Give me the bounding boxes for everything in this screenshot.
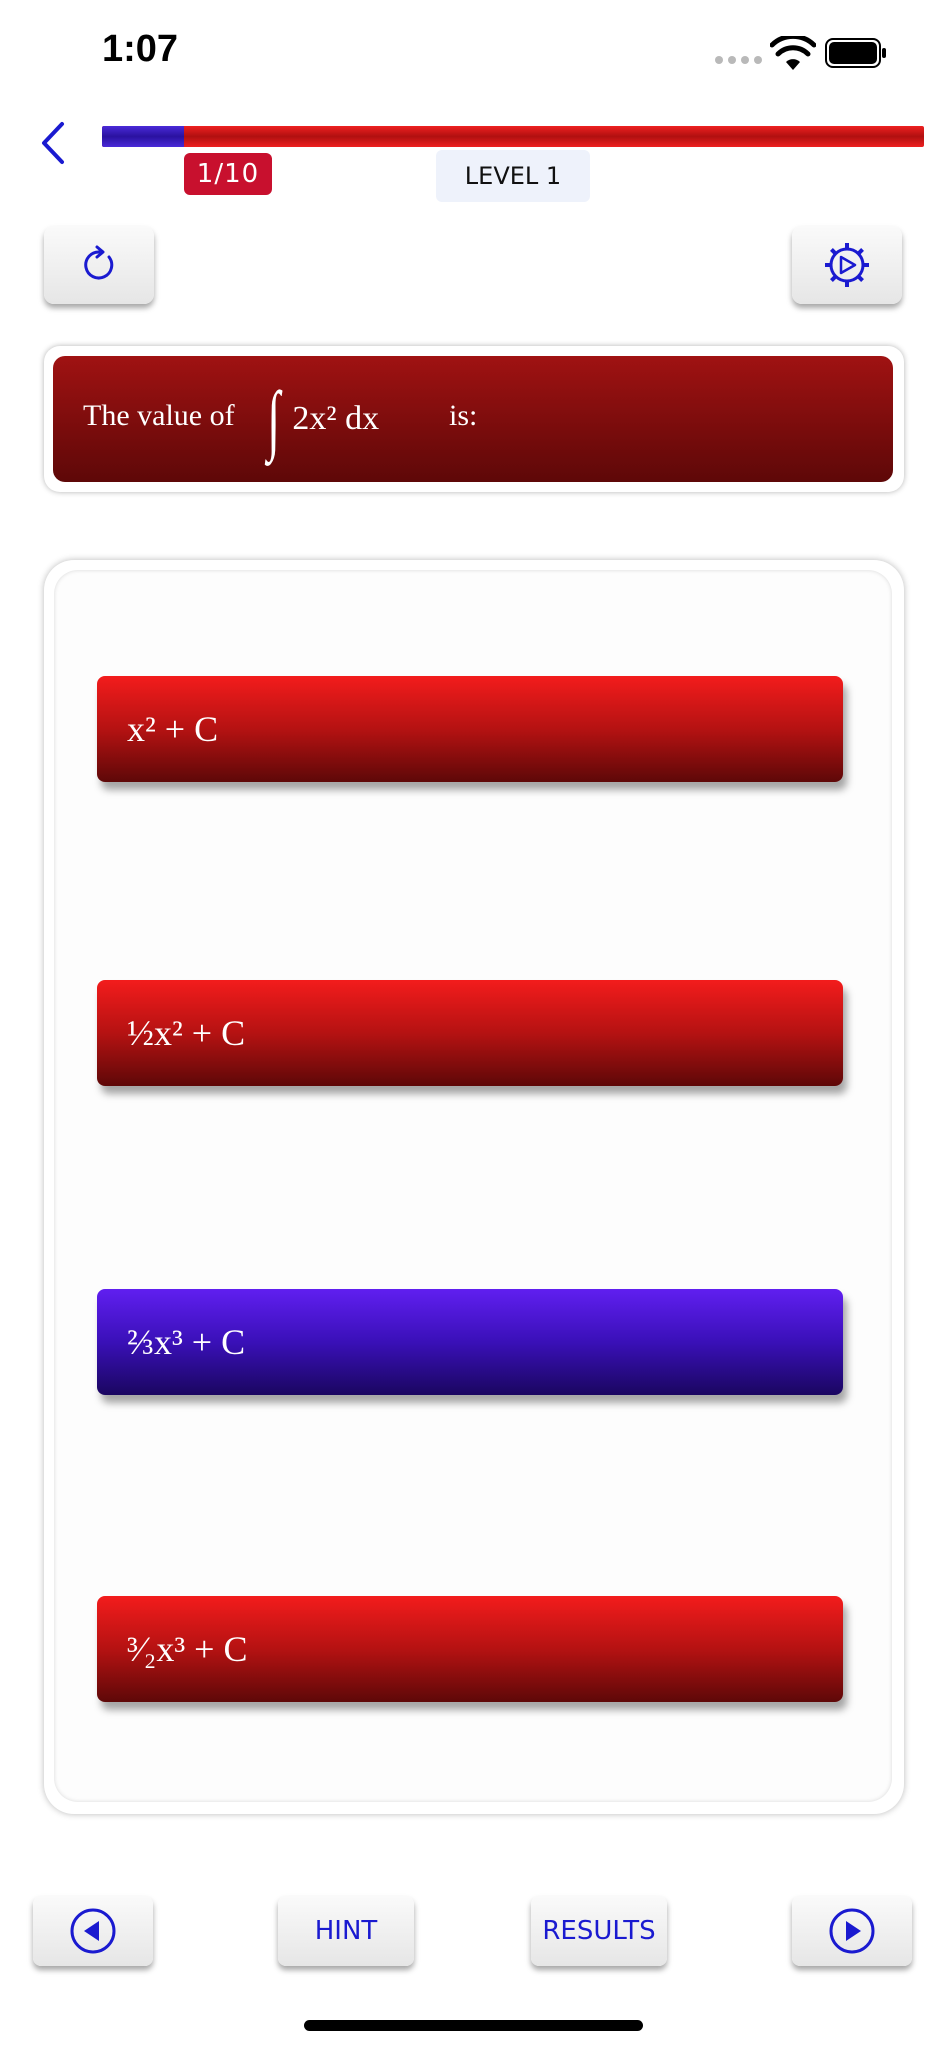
play-left-icon bbox=[70, 1908, 116, 1954]
question-counter-badge: 1/10 bbox=[184, 153, 272, 195]
settings-button[interactable] bbox=[792, 226, 902, 304]
answers-panel: x² + C ½x² + C ⅔x³ + C ³⁄₂x³ + C bbox=[44, 560, 904, 1814]
status-time: 1:07 bbox=[102, 28, 179, 70]
progress-bar bbox=[102, 126, 924, 147]
wifi-icon bbox=[770, 36, 816, 70]
integral-sign: ∫ bbox=[267, 375, 281, 462]
question-container: The value of ∫ 2x² dx is: bbox=[44, 346, 904, 492]
cellular-signal-icon bbox=[715, 56, 762, 64]
results-button[interactable]: RESULTS bbox=[531, 1896, 667, 1966]
back-chevron-icon[interactable] bbox=[34, 118, 74, 168]
answer-text: x² + C bbox=[127, 709, 219, 749]
home-indicator bbox=[304, 2020, 643, 2031]
next-button[interactable] bbox=[792, 1896, 912, 1966]
question-suffix: is: bbox=[449, 399, 478, 432]
previous-button[interactable] bbox=[33, 1896, 153, 1966]
answers-panel-inner: x² + C ½x² + C ⅔x³ + C ³⁄₂x³ + C bbox=[54, 570, 892, 1802]
battery-icon bbox=[825, 38, 886, 68]
answer-option-3-selected[interactable]: ⅔x³ + C bbox=[97, 1289, 843, 1395]
question-prefix: The value of bbox=[83, 399, 235, 432]
question-formula: ∫ 2x² dx bbox=[263, 364, 379, 474]
level-badge: LEVEL 1 bbox=[436, 150, 590, 202]
answer-text: ³⁄₂x³ + C bbox=[127, 1629, 248, 1669]
progress-fill bbox=[102, 126, 185, 147]
question-card: The value of ∫ 2x² dx is: bbox=[53, 356, 893, 482]
hint-button[interactable]: HINT bbox=[278, 1896, 414, 1966]
answer-text: ½x² + C bbox=[127, 1013, 246, 1053]
question-integrand: 2x² dx bbox=[292, 400, 380, 437]
answer-text: ⅔x³ + C bbox=[127, 1322, 246, 1362]
refresh-button[interactable] bbox=[44, 226, 154, 304]
answer-option-1[interactable]: x² + C bbox=[97, 676, 843, 782]
play-right-icon bbox=[829, 1908, 875, 1954]
gear-icon bbox=[825, 243, 869, 287]
answer-option-4[interactable]: ³⁄₂x³ + C bbox=[97, 1596, 843, 1702]
refresh-icon bbox=[84, 245, 114, 280]
answer-option-2[interactable]: ½x² + C bbox=[97, 980, 843, 1086]
